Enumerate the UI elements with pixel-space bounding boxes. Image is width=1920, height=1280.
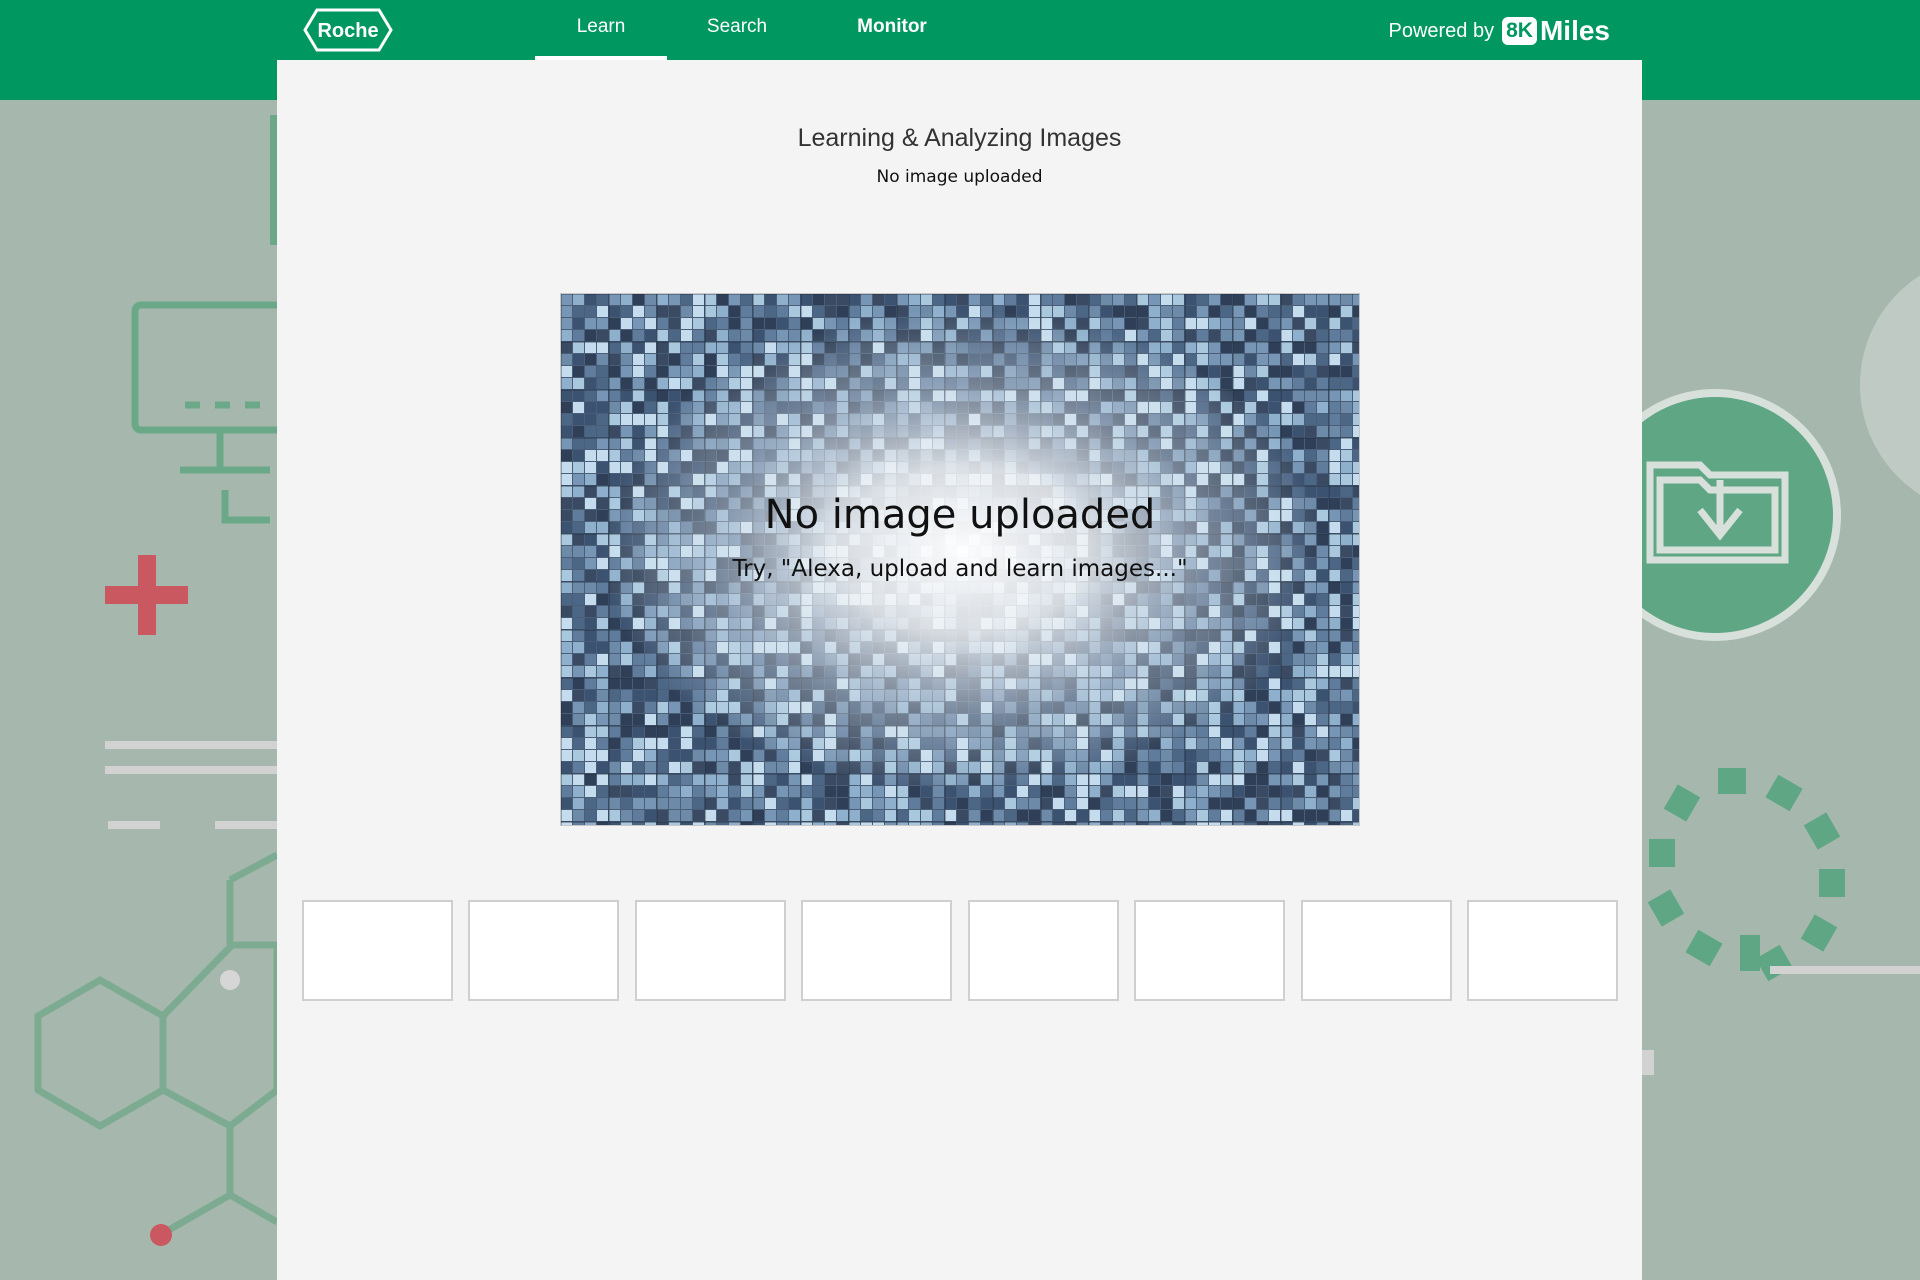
thumbnail-slot[interactable]	[968, 900, 1119, 1001]
thumbnail-slot[interactable]	[1301, 900, 1452, 1001]
preview-empty-title: No image uploaded	[764, 492, 1156, 538]
thumbnail-slot[interactable]	[635, 900, 786, 1001]
page-title: Learning & Analyzing Images	[797, 124, 1122, 152]
thumbnail-slot[interactable]	[1467, 900, 1618, 1001]
thumbnail-slot[interactable]	[1134, 900, 1285, 1001]
roche-logo[interactable]: Roche	[303, 8, 393, 52]
powered-by-label: Powered by	[1388, 19, 1495, 42]
partner-logo-name: Miles	[1539, 15, 1610, 46]
upload-status: No image uploaded	[876, 167, 1043, 187]
partner-logo-mark: 8K	[1502, 17, 1537, 45]
preview-voice-hint: Try, "Alexa, upload and learn images..."	[732, 556, 1188, 582]
tab-monitor[interactable]: Monitor	[822, 0, 962, 60]
tab-search[interactable]: Search	[672, 0, 802, 60]
powered-by: Powered by 8K Miles	[1388, 14, 1610, 48]
thumbnail-slot[interactable]	[468, 900, 619, 1001]
thumbnail-slot[interactable]	[801, 900, 952, 1001]
tab-learn[interactable]: Learn	[535, 0, 667, 60]
image-preview: No image uploaded Try, "Alexa, upload an…	[560, 293, 1360, 826]
thumbnail-slot[interactable]	[302, 900, 453, 1001]
thumbnail-strip	[302, 900, 1618, 1001]
roche-logo-text: Roche	[317, 20, 378, 42]
top-navigation: Roche Learn Search Monitor Powered by 8K…	[277, 0, 1642, 60]
